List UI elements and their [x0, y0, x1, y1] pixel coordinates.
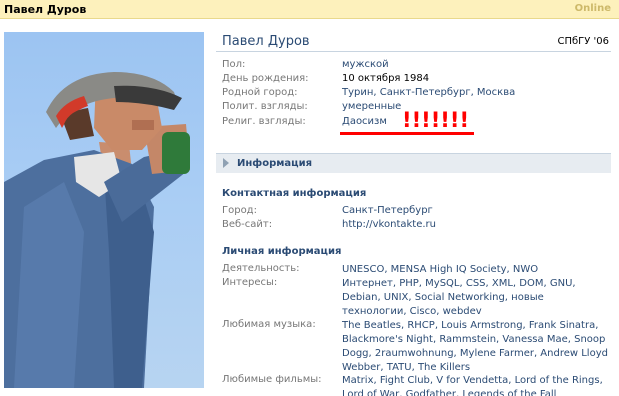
profile-photo[interactable] — [4, 32, 204, 388]
online-status: Online — [574, 3, 611, 14]
section-title: Информация — [237, 158, 312, 169]
header-divider — [216, 51, 611, 52]
field-label: Веб-сайт: — [222, 219, 273, 230]
interests-value[interactable]: Интернет, PHP, MySQL, CSS, XML, DOM, GNU… — [342, 277, 610, 319]
movies-value[interactable]: Matrix, Fight Club, V for Vendetta, Lord… — [342, 374, 610, 396]
field-value[interactable]: Турин, Санкт-Петербург, Москва — [342, 87, 515, 98]
field-label: Любимые фильмы: — [222, 374, 322, 385]
field-value: 10 октября 1984 — [342, 73, 430, 84]
field-value[interactable]: мужской — [342, 59, 389, 70]
music-value[interactable]: The Beatles, RHCP, Louis Armstrong, Fran… — [342, 319, 610, 375]
field-value[interactable]: Санкт-Петербург — [342, 205, 433, 216]
field-value[interactable]: http://vkontakte.ru — [342, 219, 436, 230]
field-label: Интересы: — [222, 277, 278, 288]
field-label: Город: — [222, 205, 257, 216]
field-value[interactable]: Даосизм — [342, 116, 387, 127]
topbar-name: Павел Дуров — [4, 3, 87, 16]
field-label: Родной город: — [222, 87, 298, 98]
info-section-header[interactable]: Информация — [216, 153, 611, 173]
collapse-arrow-icon — [222, 157, 234, 169]
activities-value[interactable]: UNESCO, MENSA High IQ Society, NWO — [342, 263, 610, 277]
field-label: Любимая музыка: — [222, 319, 316, 330]
field-label: Религ. взгляды: — [222, 116, 306, 127]
profile-topbar: Павел Дуров Online — [0, 0, 619, 19]
personal-heading: Личная информация — [222, 246, 342, 257]
field-value[interactable]: умеренные — [342, 101, 401, 112]
field-label: Пол: — [222, 59, 246, 70]
annotation-underline — [340, 132, 474, 135]
profile-name: Павел Дуров — [222, 34, 310, 49]
field-label: День рождения: — [222, 73, 309, 84]
field-label: Деятельность: — [222, 263, 300, 274]
contact-heading: Контактная информация — [222, 188, 367, 199]
field-label: Полит. взгляды: — [222, 101, 308, 112]
profile-university[interactable]: СПбГУ '06 — [557, 36, 609, 47]
annotation-exclamations: !!!!!!! — [402, 108, 470, 132]
profile-photo-image — [4, 72, 190, 388]
